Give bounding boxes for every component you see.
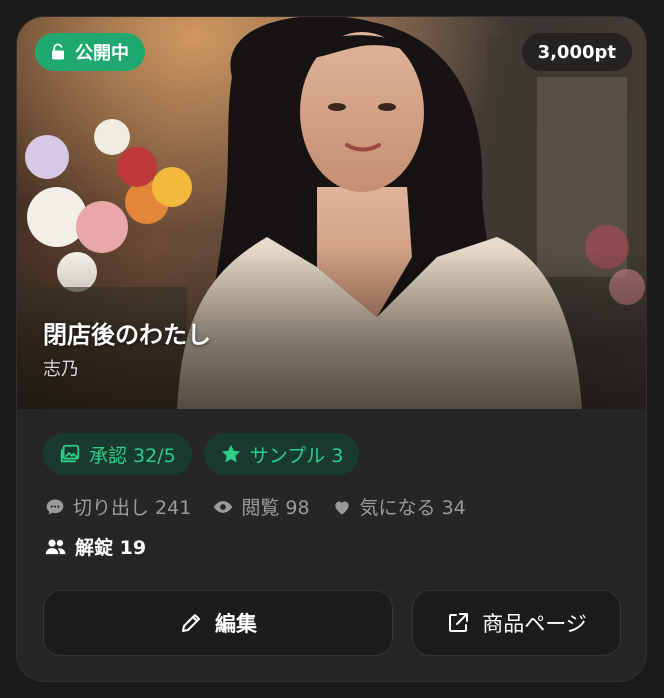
chip-row: 承認 32/5 サンプル 3	[43, 433, 360, 475]
cutouts-label: 切り出し 241	[73, 497, 192, 519]
interested-label: 気になる 34	[359, 497, 466, 519]
unlock-label: 解錠 19	[75, 537, 147, 559]
cutouts-stat: 切り出し 241	[45, 493, 191, 520]
pencil-icon	[182, 614, 200, 632]
status-badge-label: 公開中	[75, 43, 129, 64]
lock-open-icon	[52, 43, 64, 60]
image-icon	[60, 444, 80, 463]
product-page-button[interactable]: 商品ページ	[412, 590, 621, 656]
content-title: 閉店後のわたし	[43, 321, 211, 349]
edit-button[interactable]: 編集	[43, 590, 393, 656]
stats-row: 切り出し 241 閲覧 98 気になる 34	[45, 493, 466, 520]
heart-icon	[334, 501, 349, 514]
comment-icon	[46, 499, 64, 514]
views-label: 閲覧 98	[241, 497, 310, 519]
edit-button-label: 編集	[215, 612, 257, 636]
points-badge: 3,000pt	[521, 33, 632, 71]
unlock-count: 解錠 19	[45, 533, 146, 560]
cover-image[interactable]: 公開中 3,000pt 閉店後のわたし 志乃	[17, 17, 646, 409]
product-page-button-label: 商品ページ	[482, 612, 587, 636]
sample-chip-label: サンプル 3	[249, 444, 344, 467]
star-icon	[221, 444, 240, 463]
external-link-icon	[449, 613, 469, 632]
interested-stat: 気になる 34	[332, 493, 466, 520]
content-card: 公開中 3,000pt 閉店後のわたし 志乃 承認 32/5 サンプル 3 切り…	[16, 16, 647, 682]
author-name: 志乃	[43, 359, 79, 380]
approval-chip[interactable]: 承認 32/5	[43, 433, 192, 475]
sample-chip[interactable]: サンプル 3	[203, 433, 360, 475]
users-icon	[45, 539, 66, 554]
approval-chip-label: 承認 32/5	[89, 444, 176, 467]
status-badge: 公開中	[35, 33, 145, 71]
views-stat: 閲覧 98	[213, 493, 310, 520]
eye-icon	[214, 500, 233, 513]
